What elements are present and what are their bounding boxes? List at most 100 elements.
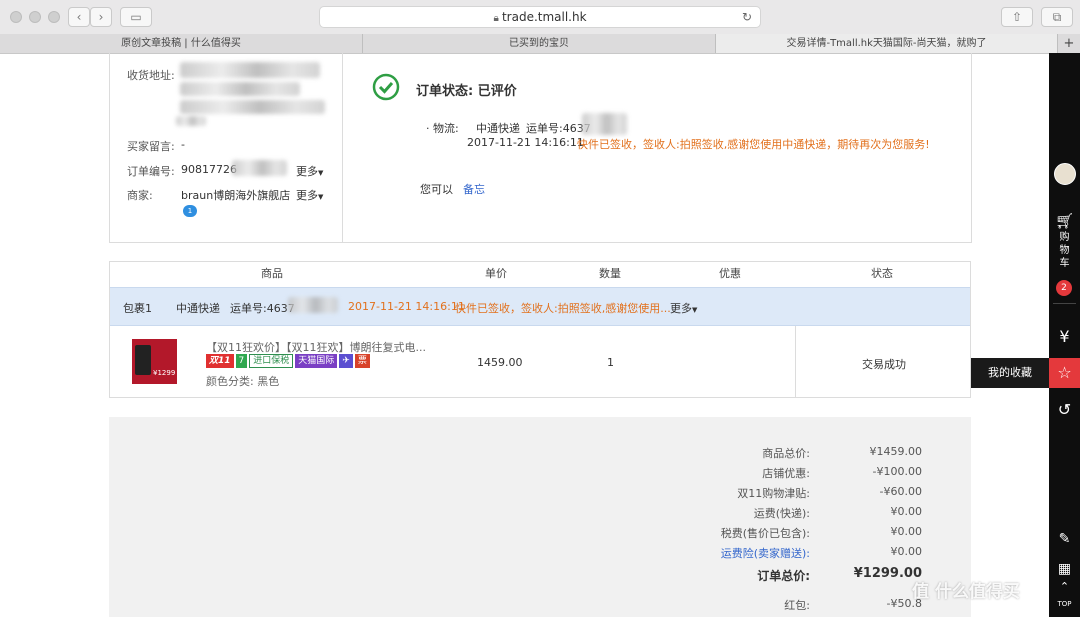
order-more-dropdown[interactable]: 更多▼ [296,163,323,179]
order-total-label: 订单总价: [757,569,810,583]
back-button[interactable]: ‹ [68,7,90,27]
tracking-number: 运单号:4637 [526,122,591,135]
package-time: 2017-11-21 14:16:11 [348,300,465,313]
summary-label: 运费(快递): [753,507,810,520]
seven-day-return-tag: 7 [235,354,248,368]
reload-icon[interactable]: ↻ [742,7,752,27]
sidebar-divider [1053,303,1076,304]
tab-smzdm[interactable]: 原创文章投稿 | 什么值得买 [0,34,363,53]
address-redacted [180,62,320,78]
col-header-discount: 优惠 [719,267,741,280]
forward-button[interactable]: › [90,7,112,27]
order-total-value: ¥1299.00 [853,566,922,581]
address-bar[interactable]: 🔒︎ trade.tmall.hk ↻ [319,6,761,28]
minimize-window-icon[interactable] [29,11,41,23]
product-tags: 双11 7 进口保税 天猫国际 ✈ 票 [206,354,372,368]
feedback-edit-icon[interactable]: ✎ [1049,531,1080,547]
summary-value: ¥0.00 [890,545,923,558]
package-label: 包裹1 [123,302,152,315]
address-redacted-3 [180,100,325,114]
memo-link[interactable]: 备忘 [463,181,485,197]
col-header-qty: 数量 [599,267,621,280]
order-number-redacted [232,160,287,176]
logistics-message: 快件已签收，签收人:拍照签收,感谢您使用中通快递，期待再次为您服务! [577,138,930,151]
product-title-link[interactable]: 【双11狂欢价】【双11狂欢】博朗往复式电... [206,339,426,355]
summary-label[interactable]: 运费险(卖家赠送): [700,545,810,561]
summary-value: ¥0.00 [890,525,923,538]
zoom-window-icon[interactable] [48,11,60,23]
yen-coupon-icon[interactable]: ¥ [1049,327,1080,346]
share-icon[interactable]: ⇧ [1001,7,1033,27]
top-label[interactable]: TOP [1049,600,1080,608]
address-redacted-4 [176,116,206,126]
bonded-import-tag: 进口保税 [249,354,294,368]
carrier-name: 中通快递 [476,122,520,135]
col-header-status: 状态 [871,267,893,280]
status-divider [795,326,796,397]
new-tab-button[interactable]: + [1058,34,1080,53]
summary-label: 税费(售价已包含): [720,527,810,540]
order-status-title: 订单状态: 已评价 [416,84,517,99]
cart-count-badge: 2 [1056,280,1072,296]
seller-more-dropdown[interactable]: 更多▼ [296,187,323,203]
summary-label: 双11购物津贴: [737,487,810,500]
thumb-price: ¥1299 [153,369,176,377]
summary-value: ¥0.00 [890,505,923,518]
more-label: 更多 [296,165,318,178]
summary-value: ¥1459.00 [869,445,923,458]
order-number-label: 订单编号: [127,165,175,178]
favorites-button[interactable]: ☆ [1049,358,1080,388]
logistics-label: · 物流: [426,122,459,135]
summary-label: 商品总价: [762,447,810,460]
order-number-value: 90817726 [181,163,237,176]
cart-label-text: 购物车 [1059,232,1070,269]
tab-trade-detail[interactable]: 交易详情-Tmall.hk天猫国际-尚天猫，就购了 [716,34,1058,53]
more-label: 更多 [670,302,692,315]
col-header-price: 单价 [485,267,507,280]
tab-bought-items[interactable]: 已买到的宝贝 [363,34,716,53]
package-tracking-redacted [288,297,338,313]
user-avatar[interactable] [1054,163,1076,185]
caret-down-icon: ▼ [692,306,698,314]
package-tracking: 运单号:4637 [230,302,295,315]
tabs-overview-icon[interactable]: ⧉ [1041,7,1073,27]
tracking-redacted [582,113,627,135]
invoice-tag: 票 [354,354,370,368]
wangwang-chat-icon[interactable]: 1 [183,205,197,217]
caret-down-icon: ▼ [318,193,324,201]
package-carrier: 中通快递 [176,302,220,315]
item-qty: 1 [607,356,614,369]
tmall-global-tag: 天猫国际 [295,354,338,368]
history-icon[interactable]: ↺ [1049,400,1080,419]
url-text: trade.tmall.hk [501,10,587,24]
summary-value: -¥100.00 [872,465,922,478]
logistics-time: 2017-11-21 14:16:11 [467,136,584,149]
favorites-tooltip: 我的收藏 [971,358,1049,388]
lock-icon: 🔒︎ [493,13,502,24]
remark-label: 买家留言: [127,140,175,153]
redpacket-label: 红包: [784,599,810,612]
remark-value: - [181,138,185,151]
shaver-image [135,345,151,375]
double11-tag: 双11 [206,354,234,368]
seller-name[interactable]: braun博朗海外旗舰店 [181,187,290,203]
product-thumbnail[interactable]: ¥1299 [132,339,177,384]
cart-icon[interactable]: 🛒︎ [1049,212,1080,230]
package-message: 快件已签收，签收人:拍照签收,感谢您使用... [455,302,671,315]
back-to-top-icon[interactable]: ⌃ [1049,580,1080,593]
more-label: 更多 [296,189,318,202]
col-header-item: 商品 [261,267,283,280]
qrcode-icon[interactable]: ▦ [1049,561,1080,577]
star-icon: ☆ [1057,363,1072,382]
package-more-dropdown[interactable]: 更多▼ [670,300,697,316]
close-window-icon[interactable] [10,11,22,23]
address-label: 收货地址: [127,69,175,82]
smzdm-watermark: 值 什么值得买 [912,582,1020,602]
address-redacted-2 [180,82,300,96]
sidebar-toggle-icon[interactable]: ▭ [120,7,152,27]
seller-label: 商家: [127,189,153,202]
check-circle-icon [372,73,400,101]
redpacket-value: -¥50.8 [886,597,922,610]
summary-value: -¥60.00 [879,485,922,498]
cart-label[interactable]: 购物车 [1049,231,1080,270]
